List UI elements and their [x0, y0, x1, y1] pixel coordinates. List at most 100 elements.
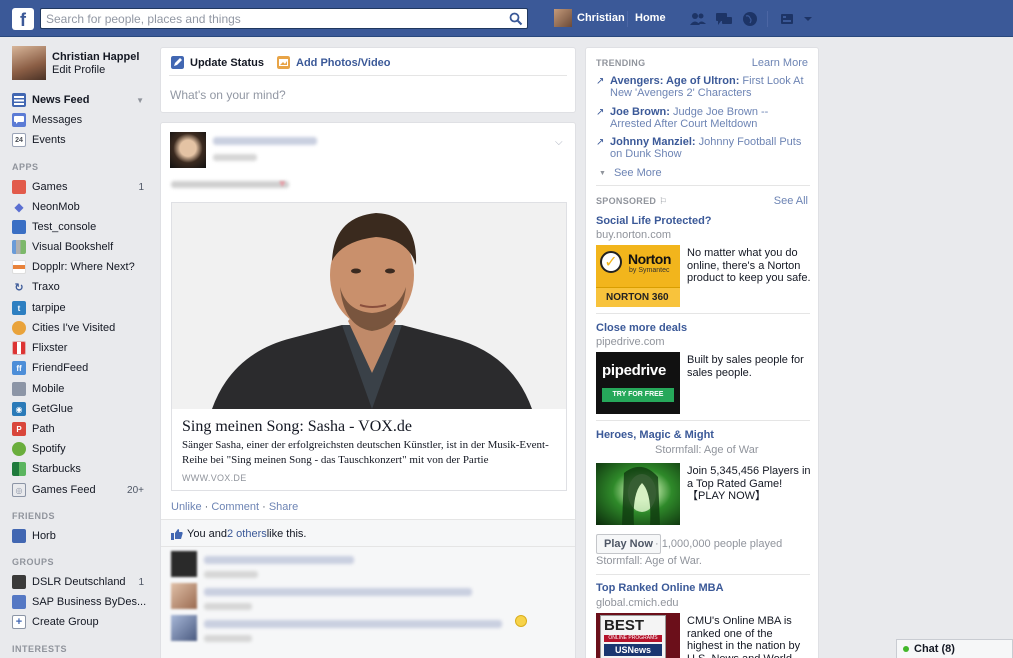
- story-author-avatar[interactable]: [170, 132, 206, 168]
- story-timestamp-blurred[interactable]: [213, 154, 257, 161]
- sidebar-item-create-group[interactable]: + Create Group: [12, 612, 146, 632]
- bookshelf-icon: [12, 240, 26, 254]
- friend-requests-icon[interactable]: [689, 11, 707, 27]
- sidebar-item-dopplr[interactable]: Dopplr: Where Next?: [12, 257, 146, 277]
- sidebar-item-games[interactable]: Games 1: [12, 177, 146, 197]
- share-link[interactable]: Share: [269, 501, 298, 513]
- stormfall-ad-image[interactable]: [596, 463, 680, 525]
- played-sub: Stormfall: Age of War.: [596, 555, 702, 567]
- link-title[interactable]: Sing meinen Song: Sasha - VOX.de: [182, 418, 412, 436]
- comment-link[interactable]: Comment: [211, 501, 259, 513]
- profile-block[interactable]: Christian Happel Edit Profile: [12, 46, 152, 82]
- edit-profile-link[interactable]: Edit Profile: [52, 64, 105, 76]
- tab-label: Update Status: [190, 56, 264, 69]
- chat-bar[interactable]: Chat (8): [896, 639, 1013, 658]
- story-author-name-blurred[interactable]: [213, 137, 317, 145]
- search-icon[interactable]: [509, 12, 523, 26]
- play-now-button[interactable]: Play Now: [596, 534, 661, 554]
- mba-ad-image[interactable]: BEST ONLINE PROGRAMS USNews: [596, 613, 680, 658]
- trend-topic[interactable]: Joe Brown:: [610, 106, 670, 118]
- trending-item[interactable]: ↗ Johnny Manziel: Johnny Football Puts o…: [596, 136, 810, 160]
- link-source: WWW.VOX.DE: [182, 473, 247, 483]
- norton-ad-image[interactable]: ✓ Norton by Symantec NORTON 360: [596, 245, 680, 307]
- camera-icon: [12, 575, 26, 589]
- see-more-link[interactable]: ▼ See More: [599, 167, 662, 179]
- sidebar-item-starbucks[interactable]: Starbucks: [12, 459, 146, 479]
- smiley-emoji-icon: [515, 615, 527, 627]
- tab-update-status[interactable]: Update Status: [171, 56, 264, 69]
- learn-more-link[interactable]: Learn More: [752, 57, 808, 69]
- sidebar-item-cities-visited[interactable]: Cities I've Visited: [12, 318, 146, 338]
- profile-name[interactable]: Christian Happel: [52, 51, 139, 63]
- sidebar-item-news-feed[interactable]: News Feed ▼: [12, 90, 146, 110]
- sidebar-item-games-feed[interactable]: ◎ Games Feed 20+: [12, 480, 146, 500]
- sidebar-item-sap-business[interactable]: SAP Business ByDes...: [12, 592, 146, 612]
- likes-others-link[interactable]: 2 others: [227, 528, 267, 540]
- sidebar-item-events[interactable]: 24 Events: [12, 130, 146, 150]
- trend-topic[interactable]: Avengers: Age of Ultron:: [610, 75, 739, 87]
- trend-topic[interactable]: Johnny Manziel:: [610, 136, 696, 148]
- ad-text: CMU's Online MBA is ranked one of the hi…: [687, 615, 801, 658]
- chevron-down-icon[interactable]: ▼: [136, 96, 144, 105]
- comment-avatar[interactable]: [171, 583, 197, 609]
- link-attachment[interactable]: Sing meinen Song: Sasha - VOX.de Sänger …: [171, 202, 567, 491]
- sidebar-item-label: DSLR Deutschland: [32, 576, 126, 588]
- messages-jewel-icon[interactable]: [715, 11, 733, 27]
- unlike-link[interactable]: Unlike: [171, 501, 202, 513]
- trending-item[interactable]: ↗ Joe Brown: Judge Joe Brown -- Arrested…: [596, 106, 810, 130]
- tab-label: Add Photos/Video: [296, 56, 391, 69]
- sidebar-item-count: 1: [138, 576, 144, 588]
- sidebar-item-friendfeed[interactable]: ff FriendFeed: [12, 358, 146, 378]
- sidebar-item-getglue[interactable]: ◉ GetGlue: [12, 399, 146, 419]
- sidebar-item-mobile[interactable]: Mobile: [12, 379, 146, 399]
- trending-header: TRENDING: [596, 58, 646, 68]
- pipedrive-ad-image[interactable]: pipedrive TRY FOR FREE: [596, 352, 680, 414]
- sidebar-item-label: tarpipe: [32, 302, 66, 314]
- traxo-icon: ↻: [14, 281, 24, 294]
- apps-section-header: APPS: [12, 162, 39, 172]
- sidebar-item-horb[interactable]: Horb: [12, 526, 146, 546]
- sidebar-item-spotify[interactable]: Spotify: [12, 439, 146, 459]
- sidebar-item-label: Create Group: [32, 616, 99, 628]
- sidebar-item-label: FriendFeed: [32, 362, 89, 374]
- user-profile-link[interactable]: Christian: [554, 9, 625, 27]
- story-options-chevron-icon[interactable]: ⌵: [555, 137, 565, 148]
- ad-url[interactable]: Stormfall: Age of War: [655, 444, 759, 456]
- status-input[interactable]: [170, 86, 550, 104]
- ad-title[interactable]: Social Life Protected?: [596, 215, 712, 227]
- sidebar-item-neonmob[interactable]: ◆ NeonMob: [12, 197, 146, 217]
- sidebar-item-dslr-deutschland[interactable]: DSLR Deutschland 1: [12, 572, 146, 592]
- ad-title[interactable]: Top Ranked Online MBA: [596, 582, 724, 594]
- see-all-link[interactable]: See All: [774, 195, 808, 207]
- comment-meta-blurred: [204, 635, 252, 642]
- trending-item[interactable]: ↗ Avengers: Age of Ultron: First Look At…: [596, 75, 810, 99]
- ad-url[interactable]: pipedrive.com: [596, 336, 664, 348]
- story-actions: Unlike · Comment · Share: [171, 501, 298, 513]
- ad-url[interactable]: global.cmich.edu: [596, 597, 679, 609]
- home-link[interactable]: Home: [635, 12, 666, 24]
- sidebar-item-path[interactable]: P Path: [12, 419, 146, 439]
- comment-avatar[interactable]: [171, 615, 197, 641]
- sidebar-item-label: Horb: [32, 530, 56, 542]
- facebook-logo[interactable]: f: [12, 8, 34, 30]
- sidebar-item-tarpipe[interactable]: t tarpipe: [12, 298, 146, 318]
- pipedrive-brand: pipedrive: [602, 362, 666, 379]
- sidebar-item-flixster[interactable]: Flixster: [12, 338, 146, 358]
- comment-avatar[interactable]: [171, 551, 197, 577]
- tab-add-photos[interactable]: Add Photos/Video: [277, 56, 391, 69]
- friends-section-header: FRIENDS: [12, 511, 56, 521]
- link-preview-image[interactable]: [172, 203, 566, 409]
- sidebar-item-messages[interactable]: Messages: [12, 110, 146, 130]
- sidebar-item-visual-bookshelf[interactable]: Visual Bookshelf: [12, 237, 146, 257]
- sidebar-item-traxo[interactable]: ↻ Traxo: [12, 277, 146, 297]
- settings-icon[interactable]: [780, 11, 814, 27]
- ad-title[interactable]: Close more deals: [596, 322, 687, 334]
- search-input[interactable]: [41, 9, 501, 28]
- ad-url[interactable]: buy.norton.com: [596, 229, 671, 241]
- ad-title[interactable]: Heroes, Magic & Might: [596, 429, 714, 441]
- sidebar-item-count: 1: [138, 181, 144, 193]
- notifications-globe-icon[interactable]: [741, 11, 759, 27]
- ad-choices-icon[interactable]: ⚐: [659, 196, 667, 206]
- profile-avatar[interactable]: [12, 46, 46, 80]
- sidebar-item-test-console[interactable]: Test_console: [12, 217, 146, 237]
